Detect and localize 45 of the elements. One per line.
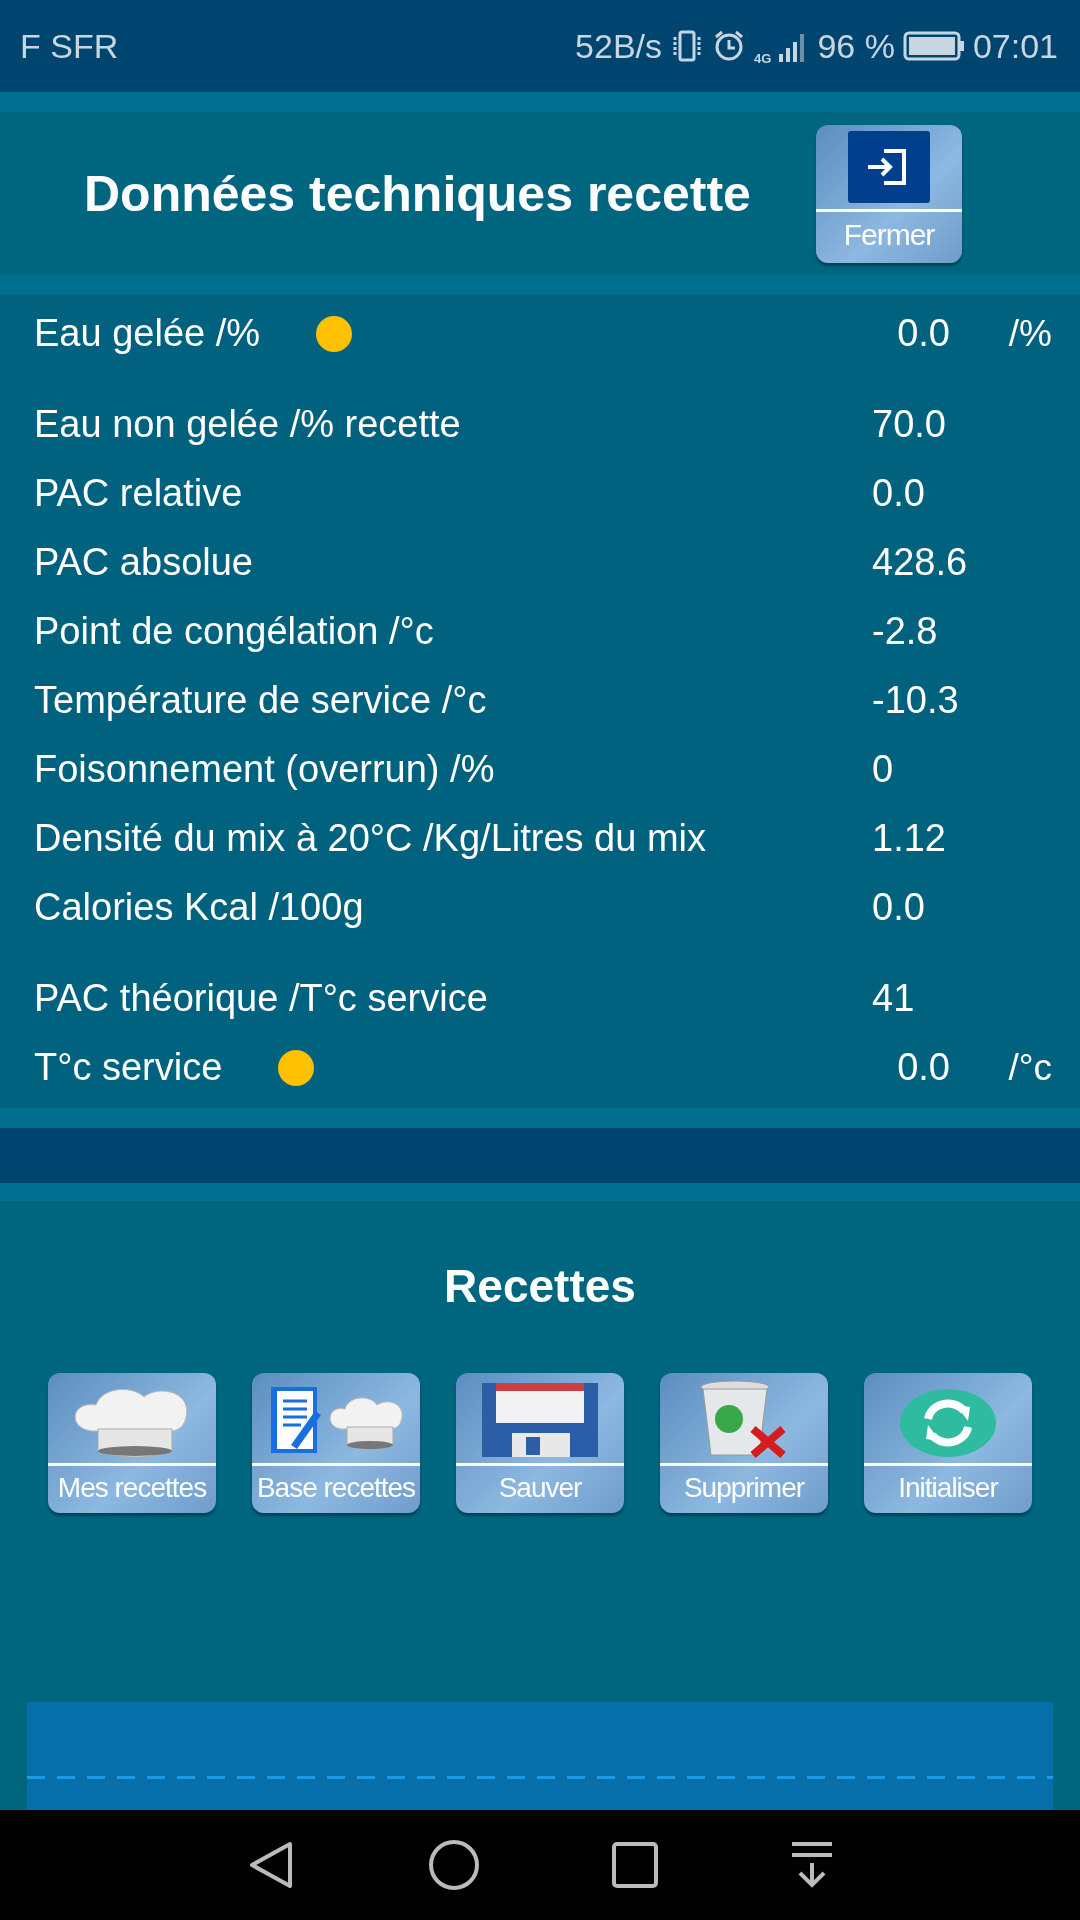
home-icon[interactable] (428, 1839, 480, 1891)
row-value: 0 (872, 748, 895, 791)
row-value: 41 (872, 977, 916, 1020)
delete-button[interactable]: Supprimer (660, 1373, 828, 1513)
network-speed: 52B/s (575, 26, 663, 66)
section-title: Recettes (444, 1259, 636, 1313)
row-value: 70.0 (872, 403, 947, 446)
row-label: T°c service (34, 1046, 223, 1089)
notifications-pull-icon[interactable] (790, 1841, 834, 1889)
input-value[interactable]: 0.0 (852, 1046, 950, 1089)
exit-icon (848, 130, 930, 203)
battery-icon (902, 31, 965, 61)
row-label: Eau non gelée /% recette (34, 403, 461, 446)
row-value: -2.8 (872, 610, 939, 653)
refresh-icon (898, 1387, 998, 1459)
row-value: 0.0 (872, 472, 926, 515)
recipes-button[interactable]: Base recettes (252, 1373, 420, 1513)
row-label: Calories Kcal /100g (34, 886, 364, 929)
row-label: PAC absolue (34, 541, 253, 584)
recipes-button[interactable]: Mes recettes (48, 1373, 216, 1513)
clock-time: 07:01 (972, 26, 1058, 66)
save-button[interactable]: Sauver (456, 1373, 624, 1513)
unit-label: /% (1007, 312, 1052, 355)
indicator-dot-icon (316, 315, 353, 352)
battery-percent: 96 % (817, 26, 895, 66)
network-type: 4G (754, 50, 772, 66)
row-label: Densité du mix à 20°C /Kg/Litres du mix (34, 817, 707, 860)
close-button[interactable]: Fermer (816, 124, 962, 263)
row-value: 428.6 (872, 541, 969, 584)
row-label: Température de service /°c (34, 679, 487, 722)
unit-label: /°c (1007, 1046, 1052, 1089)
row-value: 0.0 (872, 886, 926, 929)
row-label: Foisonnement (overrun) /% (34, 748, 495, 791)
row-label: PAC théorique /T°c service (34, 977, 488, 1020)
row-label: Point de congélation /°c (34, 610, 434, 653)
row-value: -10.3 (872, 679, 960, 722)
page-title: Données techniques recette (84, 164, 752, 223)
reset-button[interactable]: Initialiser (864, 1373, 1032, 1513)
row-value: 1.12 (872, 817, 947, 860)
row-label: Eau gelée /% (34, 312, 261, 355)
recent-apps-icon[interactable] (612, 1842, 658, 1888)
indicator-dot-icon (278, 1049, 315, 1086)
row-label: PAC relative (34, 472, 243, 515)
input-value[interactable]: 0.0 (852, 312, 950, 355)
carrier-name: F SFR (20, 26, 119, 66)
